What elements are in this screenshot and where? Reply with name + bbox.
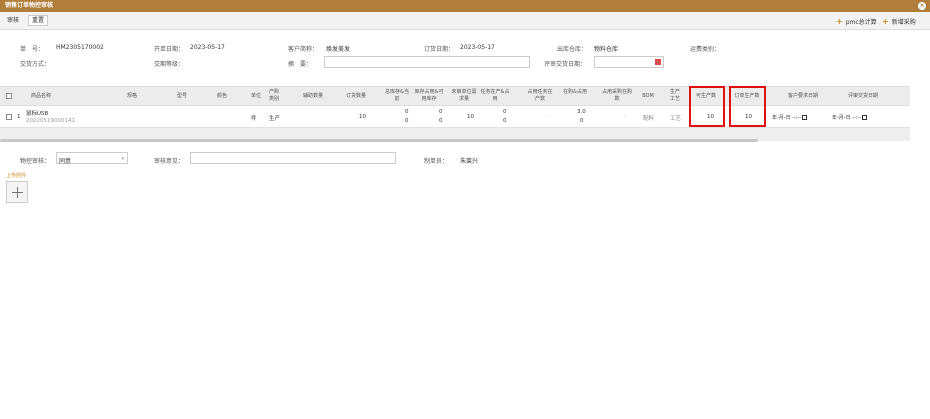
customer-value: 焕发美发 [326, 46, 351, 53]
upload-label: 上传附件 [6, 173, 27, 179]
maker-label: 制单员： [424, 158, 449, 165]
product-name: 鼠标USB [26, 111, 49, 117]
purchase-occupy-value: 0 [580, 118, 584, 124]
col-occ-purchasing: 占用采购在购数 [602, 89, 633, 102]
table-row[interactable]: 1 鼠标USB 202205190001​41 件 生产 10 0 0 0 0 … [0, 106, 910, 128]
col-task-producing: 任务在产&占用 [480, 89, 510, 102]
highlight-order-produce [729, 86, 766, 127]
customer-label: 客户简称： [288, 46, 319, 53]
grid-header: 商品名称 规格 型号 颜色 单位 产购类别 辅助数量 订货数量 总库存&当前 库… [0, 86, 910, 106]
calendar-icon[interactable] [655, 59, 661, 65]
col-name: 商品名称 [30, 93, 51, 99]
row-checkbox[interactable] [6, 114, 12, 120]
col-type: 产购类别 [268, 89, 279, 102]
new-purchase-label: 新增采购 [891, 19, 916, 26]
col-occupy: 库存占用&可用库存 [414, 89, 444, 102]
calendar-icon[interactable] [862, 115, 868, 120]
product-code: 202205190001​41 [26, 118, 75, 124]
trade-label: 交货方式： [20, 61, 51, 68]
occ-purchasing-value: - [624, 114, 626, 120]
review-date-cell-input[interactable]: 年-月-日 --:-- [832, 114, 868, 121]
new-purchase-button[interactable]: + 新增采购 [882, 17, 916, 26]
row-index: 1 [17, 114, 21, 120]
opinion-input[interactable] [190, 152, 396, 164]
purchasing-value: 3.0 [577, 109, 586, 115]
col-craft: 生产工艺 [669, 89, 680, 102]
calendar-icon[interactable] [802, 115, 808, 120]
review-date-input[interactable] [594, 56, 664, 68]
bom-link[interactable]: 配料 [643, 114, 654, 122]
customer-date-value: 年-月-日 --:-- [772, 115, 802, 121]
pmc-calc-label: pmc总计算 [845, 19, 877, 26]
col-bom: BOM [642, 93, 654, 99]
reset-button[interactable]: 重置 [28, 15, 49, 26]
col-stock-total: 总库存&当前 [385, 89, 409, 102]
task-occupy-value: 0 [503, 118, 507, 124]
review-date-cell-value: 年-月-日 --:-- [832, 115, 862, 121]
col-spec: 规格 [126, 93, 137, 99]
highlight-can-produce [689, 86, 725, 127]
review-date-label: 评审交货日期： [544, 61, 587, 68]
freight-label: 运费类别： [690, 46, 721, 53]
col-unreviewed: 未审单位需求量 [451, 89, 477, 102]
col-purchasing: 在购&占用 [563, 89, 587, 95]
col-review-date: 评审交货日期 [847, 93, 878, 99]
unit-value: 件 [251, 116, 257, 122]
col-aux-qty: 辅助数量 [302, 93, 323, 99]
col-order-qty: 订货数量 [345, 93, 366, 99]
available-value: 0 [439, 118, 443, 124]
col-customer-date: 客户要求日期 [787, 93, 818, 99]
window-titlebar: 销售订单物控审核 × [0, 0, 930, 12]
mc-audit-select[interactable]: 同意 ▾ [56, 152, 128, 165]
craft-link[interactable]: 工艺 [670, 114, 681, 122]
window-title: 销售订单物控审核 [5, 2, 54, 9]
maker-value: 朱莱兴 [460, 158, 479, 165]
mc-audit-value: 同意 [59, 158, 72, 165]
col-color: 颜色 [216, 93, 227, 99]
mc-audit-label: 物控审核： [20, 158, 51, 165]
warehouse-label: 出库仓库： [557, 46, 588, 53]
unreviewed-value: 10 [467, 114, 474, 120]
stock-current-value: 0 [405, 118, 409, 124]
col-unit: 单位 [250, 93, 261, 99]
summary-label: 摘 要： [288, 61, 313, 68]
upload-button[interactable] [6, 181, 28, 203]
order-date-label: 订货日期： [424, 46, 455, 53]
trade-level-label: 交期等级： [154, 61, 185, 68]
order-date-value: 2023-05-17 [460, 44, 495, 51]
task-producing-value: 0 [503, 109, 507, 115]
stock-total-value: 0 [405, 109, 409, 115]
task-occ-producing-value: - [546, 114, 548, 120]
plus-icon: + [882, 17, 889, 26]
type-value: 生产 [269, 116, 281, 122]
open-date-label: 开单日期： [154, 46, 185, 53]
plus-icon: + [836, 17, 843, 26]
col-task-occ: 占用任务在产数 [527, 89, 553, 102]
order-qty-value: 10 [359, 114, 366, 120]
chevron-down-icon: ▾ [121, 156, 124, 162]
occupy-value: 0 [439, 109, 443, 115]
close-icon[interactable]: × [918, 2, 926, 10]
toolbar: 审核 重置 + pmc总计算 + 新增采购 [0, 12, 930, 30]
audit-button[interactable]: 审核 [4, 15, 22, 27]
select-all-checkbox[interactable] [6, 93, 12, 99]
warehouse-value: 物料仓库 [594, 46, 619, 53]
opinion-label: 审核意见： [154, 158, 185, 165]
horizontal-scrollbar[interactable] [0, 139, 758, 142]
pmc-calc-button[interactable]: + pmc总计算 [836, 17, 877, 26]
doc-no-value: HM2305170002 [56, 44, 104, 51]
customer-date-input[interactable]: 年-月-日 --:-- [772, 114, 808, 121]
open-date-value: 2023-05-17 [190, 44, 225, 51]
summary-input[interactable] [324, 56, 530, 68]
col-model: 型号 [176, 93, 187, 99]
doc-no-label: 单 号： [20, 46, 45, 53]
